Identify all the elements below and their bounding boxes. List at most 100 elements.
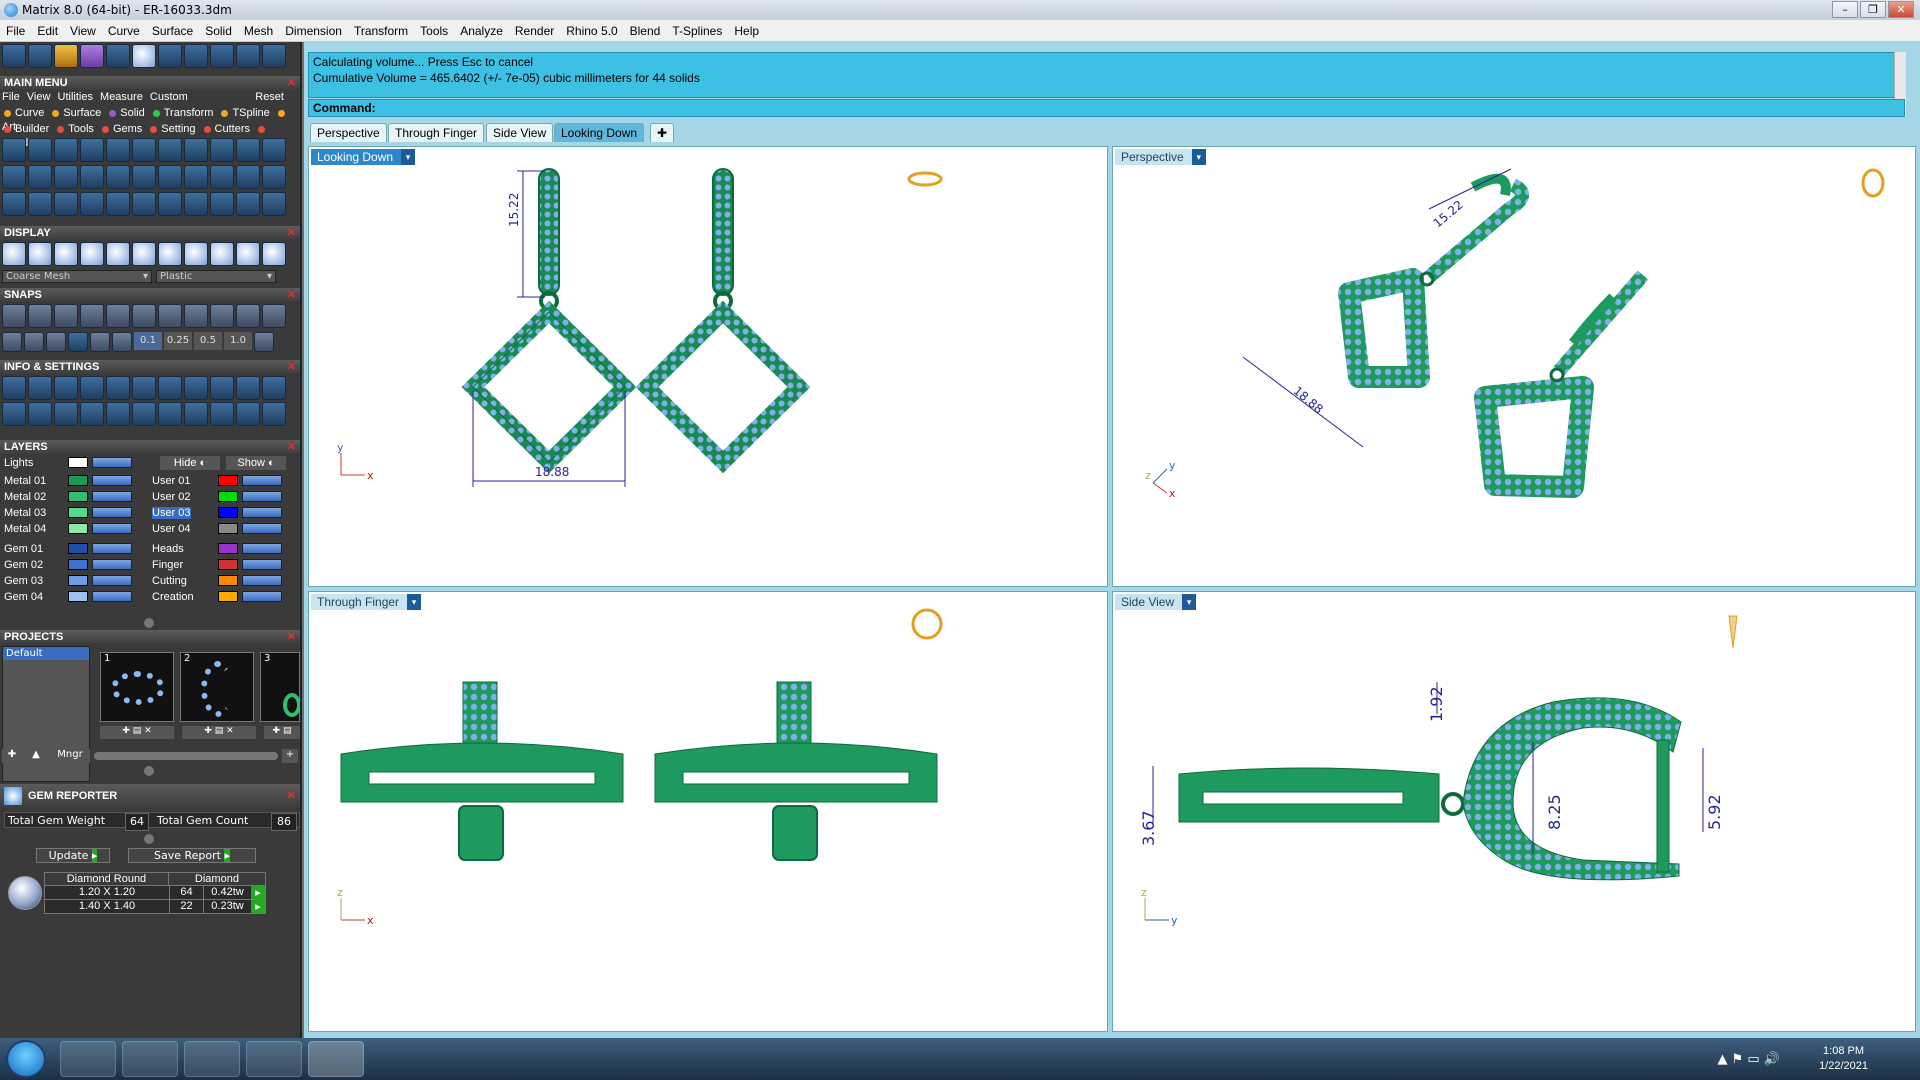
display-icon-4[interactable]: [80, 242, 104, 266]
layer-lock-icon[interactable]: [92, 591, 132, 602]
project-default[interactable]: Default: [3, 647, 89, 660]
history-icon-2[interactable]: [28, 44, 52, 68]
viewport-through-finger[interactable]: Through Finger ▾ z x: [308, 591, 1108, 1032]
project-add-button[interactable]: ✚: [2, 749, 22, 763]
tool3-icon-6[interactable]: [132, 192, 156, 216]
add-tab-button[interactable]: ✚: [650, 123, 675, 142]
snap-icon-a[interactable]: [2, 332, 22, 352]
category-builder[interactable]: Builder: [2, 123, 51, 135]
taskbar-matrix-icon[interactable]: [246, 1041, 302, 1077]
tool2-icon-10[interactable]: [236, 165, 260, 189]
tab-perspective[interactable]: Perspective: [310, 123, 387, 142]
snap-icon-3[interactable]: [54, 304, 78, 328]
tool-icon-9[interactable]: [210, 138, 234, 162]
info-icon-8[interactable]: [184, 376, 208, 400]
menu-render[interactable]: Render: [515, 24, 554, 38]
menu-transform[interactable]: Transform: [354, 24, 408, 38]
info2-icon-2[interactable]: [28, 402, 52, 426]
snap-value-0.1[interactable]: 0.1: [134, 332, 162, 350]
category-tools[interactable]: Tools: [55, 123, 96, 135]
snap-icon-6[interactable]: [132, 304, 156, 328]
display-icon-7[interactable]: [158, 242, 182, 266]
info2-icon-7[interactable]: [158, 402, 182, 426]
viewport-label-looking-down[interactable]: Looking Down ▾: [311, 149, 416, 165]
info-icon-11[interactable]: [262, 376, 286, 400]
menu-dimension[interactable]: Dimension: [285, 24, 342, 38]
tool3-icon-3[interactable]: [54, 192, 78, 216]
tool2-icon-9[interactable]: [210, 165, 234, 189]
layer-color-swatch[interactable]: [68, 591, 88, 602]
tool3-icon-4[interactable]: [80, 192, 104, 216]
tool-icon-4[interactable]: [80, 138, 104, 162]
snap-icon-10[interactable]: [236, 304, 260, 328]
info2-icon-3[interactable]: [54, 402, 78, 426]
thumb2-controls[interactable]: ✚ ▤ ✕: [182, 726, 256, 739]
info2-icon-9[interactable]: [210, 402, 234, 426]
maximize-button[interactable]: ❐: [1860, 1, 1886, 18]
layer-gem-02[interactable]: Gem 02: [4, 558, 144, 572]
snap-icon-f[interactable]: [112, 332, 132, 352]
layer-lock-icon[interactable]: [242, 591, 282, 602]
display-material-select[interactable]: Plastic ▾: [156, 270, 276, 283]
tool3-icon-7[interactable]: [158, 192, 182, 216]
tool2-icon-1[interactable]: [2, 165, 26, 189]
snap-value-1.0[interactable]: 1.0: [224, 332, 252, 350]
tool2-icon-11[interactable]: [262, 165, 286, 189]
mm-file[interactable]: File: [2, 91, 20, 103]
tool-icon-2[interactable]: [28, 138, 52, 162]
menu-file[interactable]: File: [6, 24, 25, 38]
thumb3-controls[interactable]: ✚ ▤: [264, 726, 300, 739]
tab-side-view[interactable]: Side View: [486, 123, 554, 142]
tool3-icon-11[interactable]: [262, 192, 286, 216]
tool2-icon-8[interactable]: [184, 165, 208, 189]
layer-gem-01[interactable]: Gem 01: [4, 542, 144, 556]
project-plus-button[interactable]: +: [282, 749, 298, 763]
layer-color-swatch[interactable]: [218, 523, 238, 534]
layer-cutting[interactable]: Cutting: [152, 574, 300, 588]
layer-color-swatch[interactable]: [218, 475, 238, 486]
layer-lock-icon[interactable]: [92, 507, 132, 518]
tool-icon-1[interactable]: [2, 138, 26, 162]
taskbar-explorer-icon[interactable]: [60, 1041, 116, 1077]
layer-color-swatch[interactable]: [218, 591, 238, 602]
minimize-button[interactable]: –: [1832, 1, 1858, 18]
info-icon-3[interactable]: [54, 376, 78, 400]
display-icon-3[interactable]: [54, 242, 78, 266]
tool-icon-10[interactable]: [236, 138, 260, 162]
menu-surface[interactable]: Surface: [152, 24, 193, 38]
tool2-icon-5[interactable]: [106, 165, 130, 189]
category-setting[interactable]: Setting: [148, 123, 197, 135]
history-icon-8[interactable]: [184, 44, 208, 68]
start-button[interactable]: [6, 1040, 46, 1078]
menu-tools[interactable]: Tools: [420, 24, 448, 38]
system-tray[interactable]: ▲ ⚑ ▭ 🔊: [1717, 1052, 1780, 1067]
menu-analyze[interactable]: Analyze: [460, 24, 503, 38]
display-icon-6[interactable]: [132, 242, 156, 266]
snap-icon-e[interactable]: [90, 332, 110, 352]
layer-color-swatch[interactable]: [218, 575, 238, 586]
forward-arrow-icon[interactable]: [262, 44, 286, 68]
menu-solid[interactable]: Solid: [205, 24, 232, 38]
info2-icon-8[interactable]: [184, 402, 208, 426]
thumb1-controls[interactable]: ✚ ▤ ✕: [100, 726, 174, 739]
display-icon-5[interactable]: [106, 242, 130, 266]
category-curve[interactable]: Curve: [2, 107, 46, 119]
info2-icon-11[interactable]: [262, 402, 286, 426]
grid-snap-icon[interactable]: [254, 332, 274, 352]
menu-help[interactable]: Help: [734, 24, 759, 38]
tool2-icon-4[interactable]: [80, 165, 104, 189]
layer-metal-01[interactable]: Metal 01: [4, 474, 144, 488]
snap-icon-5[interactable]: [106, 304, 130, 328]
layer-lock-icon[interactable]: [92, 543, 132, 554]
tool2-icon-6[interactable]: [132, 165, 156, 189]
history-icon-4[interactable]: [80, 44, 104, 68]
tool-icon-3[interactable]: [54, 138, 78, 162]
viewport-looking-down[interactable]: Looking Down ▾ 15.22 18.88 y x: [308, 146, 1108, 587]
info-icon-6[interactable]: [132, 376, 156, 400]
snap-icon-1[interactable]: [2, 304, 26, 328]
mm-view[interactable]: View: [27, 91, 51, 103]
tool-icon-7[interactable]: [158, 138, 182, 162]
snap-icon-d[interactable]: [68, 332, 88, 352]
project-manager-button[interactable]: Mngr: [50, 749, 90, 763]
category-transform[interactable]: Transform: [151, 107, 216, 119]
